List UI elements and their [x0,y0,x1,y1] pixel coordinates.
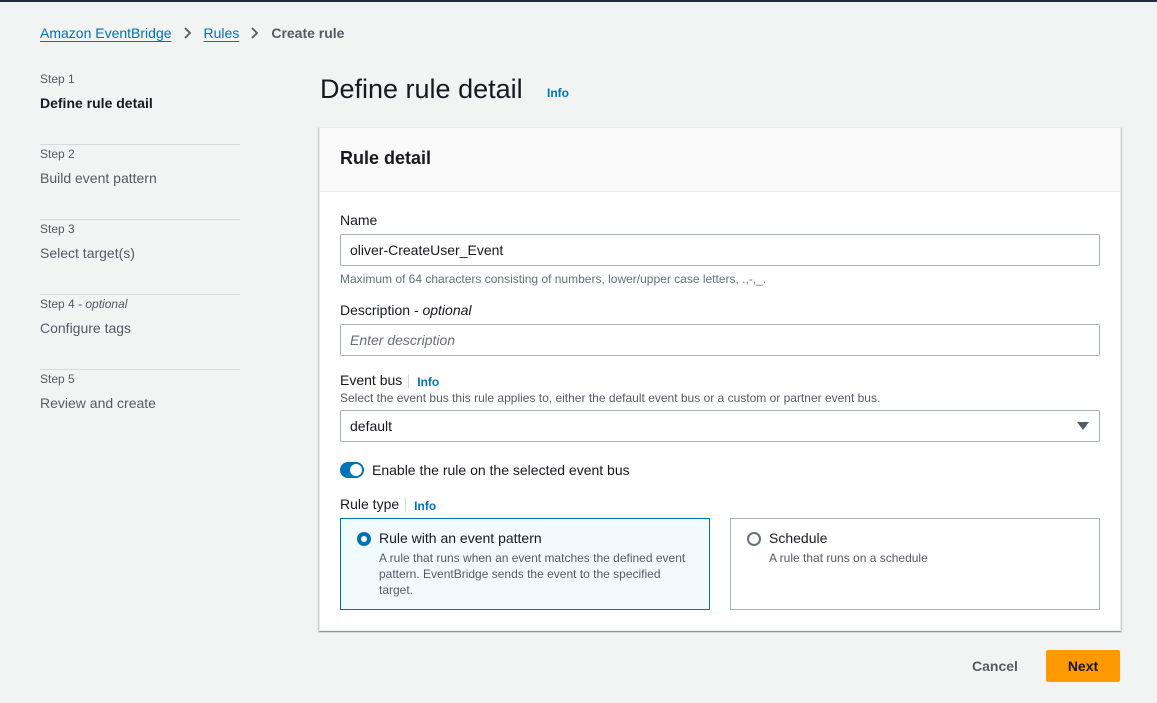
name-label: Name [340,212,378,228]
tile-description: A rule that runs on a schedule [769,551,928,565]
enable-rule-label: Enable the rule on the selected event bu… [372,462,630,478]
description-label: Description - optional [340,302,472,318]
event-bus-selected-value: default [350,418,393,434]
step-number: Step 4 - optional [40,297,128,311]
next-button[interactable]: Next [1046,650,1120,682]
enable-rule-toggle-row: Enable the rule on the selected event bu… [340,460,630,480]
step-5[interactable]: Step 5 Review and create [40,370,240,445]
step-title: Review and create [40,395,156,411]
rule-type-event-pattern-tile[interactable]: Rule with an event pattern A rule that r… [340,518,710,610]
step-1: Step 1 Define rule detail [40,70,240,145]
chevron-right-icon [172,23,204,43]
toggle-knob [350,464,362,476]
event-bus-label: Event bus Info [340,372,440,390]
rule-detail-container: Rule detail Name Maximum of 64 character… [319,127,1121,631]
step-4[interactable]: Step 4 - optional Configure tags [40,295,240,370]
event-bus-info-link[interactable]: Info [417,375,439,389]
rule-type-info-link[interactable]: Info [414,499,436,513]
breadcrumb-rules-link[interactable]: Rules [204,25,240,41]
step-title: Build event pattern [40,170,157,186]
rule-type-label: Rule type Info [340,496,437,514]
chevron-right-icon [239,23,271,43]
step-number: Step 3 [40,222,75,236]
name-hint: Maximum of 64 characters consisting of n… [340,272,767,286]
rule-type-schedule-tile[interactable]: Schedule A rule that runs on a schedule [730,518,1100,610]
container-header: Rule detail [320,128,1120,192]
description-input[interactable] [340,324,1100,356]
step-number: Step 2 [40,147,75,161]
breadcrumb: Amazon EventBridge Rules Create rule [40,23,344,43]
caret-down-icon [1077,422,1089,430]
cancel-button[interactable]: Cancel [960,650,1030,682]
page-info-link[interactable]: Info [547,86,569,100]
tile-title: Schedule [769,530,828,546]
step-title: Select target(s) [40,245,135,261]
page-title: Define rule detail [320,74,523,104]
step-3[interactable]: Step 3 Select target(s) [40,220,240,295]
step-2[interactable]: Step 2 Build event pattern [40,145,240,220]
radio-unselected-icon[interactable] [747,532,761,546]
event-bus-hint: Select the event bus this rule applies t… [340,391,881,405]
name-input[interactable] [340,234,1100,266]
step-title: Configure tags [40,320,132,336]
radio-selected-icon[interactable] [357,532,371,546]
step-title: Define rule detail [40,95,153,111]
event-bus-select[interactable]: default [340,410,1100,442]
enable-rule-toggle[interactable] [340,462,364,478]
tile-title: Rule with an event pattern [379,530,542,546]
top-border [0,0,1157,2]
breadcrumb-current: Create rule [271,25,345,41]
step-number: Step 1 [40,72,75,86]
tile-description: A rule that runs when an event matches t… [379,551,686,597]
wizard-steps: Step 1 Define rule detail Step 2 Build e… [40,70,240,445]
step-number: Step 5 [40,372,75,386]
breadcrumb-eventbridge-link[interactable]: Amazon EventBridge [40,25,172,41]
